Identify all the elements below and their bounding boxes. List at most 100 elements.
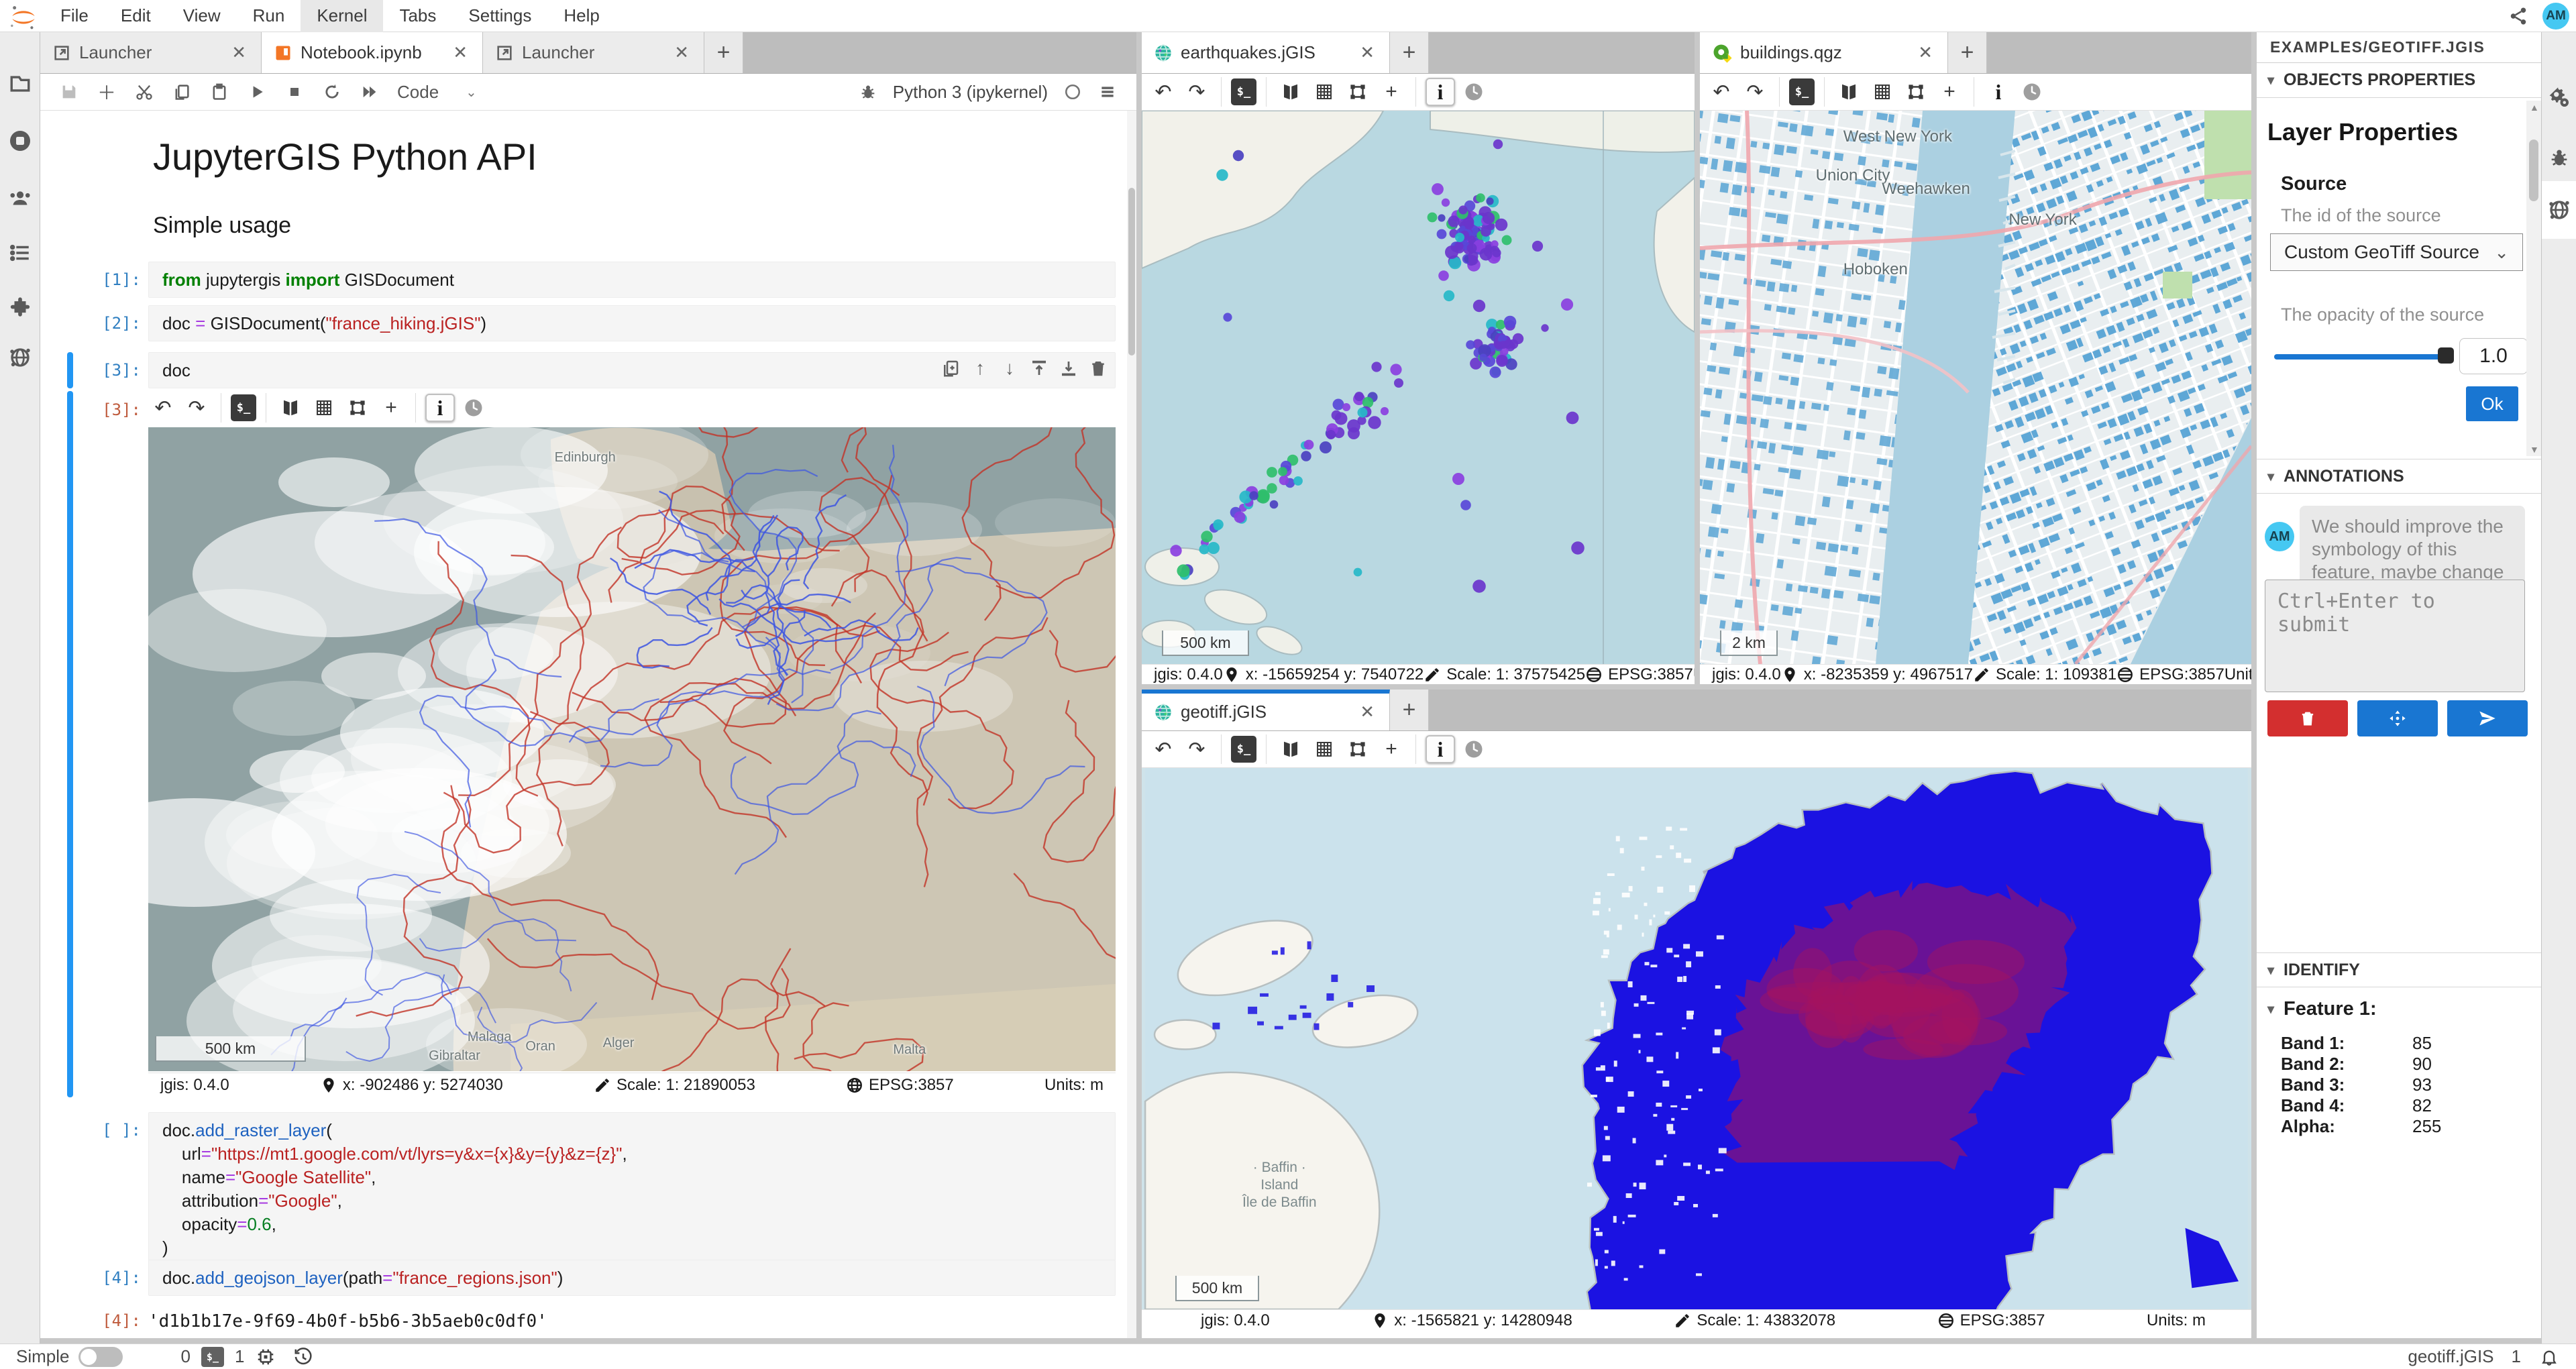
move-cell-up-icon[interactable]: ↑ — [970, 358, 990, 378]
section-annotations[interactable]: ▾ANNOTATIONS — [2257, 459, 2541, 494]
console-button[interactable]: $_ — [231, 394, 256, 421]
geometry-bounds-icon[interactable] — [343, 394, 372, 422]
section-objects-properties[interactable]: ▾OBJECTS PROPERTIES — [2257, 63, 2541, 98]
submit-annotation-button[interactable] — [2447, 700, 2528, 736]
undo-icon[interactable]: ↶ — [1148, 735, 1178, 763]
run-icon[interactable] — [247, 82, 267, 102]
tab-notebook[interactable]: Notebook.ipynb ✕ — [262, 32, 483, 73]
section-identify[interactable]: ▾IDENTIFY — [2257, 952, 2541, 987]
menu-file[interactable]: File — [44, 0, 105, 32]
tab-launcher-2[interactable]: Launcher ✕ — [483, 32, 704, 73]
table-of-contents-icon[interactable] — [7, 240, 33, 266]
menu-kernel[interactable]: Kernel — [301, 0, 383, 32]
scroll-up-icon[interactable]: ▲ — [2530, 102, 2539, 113]
output-collapser[interactable] — [67, 391, 73, 1097]
new-tab-button[interactable]: + — [1948, 32, 1987, 73]
menu-help[interactable]: Help — [547, 0, 615, 32]
run-all-icon[interactable] — [360, 82, 380, 102]
kernel-chip-icon[interactable] — [255, 1346, 276, 1368]
terminal-count[interactable]: 0 — [180, 1346, 190, 1367]
kernel-name[interactable]: Python 3 (ipykernel) — [893, 82, 1048, 103]
source-select[interactable]: Custom GeoTiff Source⌄ — [2270, 233, 2523, 271]
gis-globe-icon[interactable] — [2546, 197, 2572, 223]
duplicate-cell-icon[interactable] — [941, 358, 961, 378]
geometry-bounds-icon[interactable] — [1343, 735, 1373, 763]
center-annotation-button[interactable] — [2357, 700, 2438, 736]
basemap-icon[interactable] — [1834, 78, 1864, 106]
redo-icon[interactable]: ↷ — [182, 394, 211, 422]
grid-layer-icon[interactable] — [309, 394, 339, 422]
running-sessions-icon[interactable] — [7, 128, 33, 154]
close-icon[interactable]: ✕ — [1357, 42, 1377, 63]
property-inspector-icon[interactable] — [2546, 85, 2572, 110]
undo-icon[interactable]: ↶ — [1148, 78, 1178, 106]
save-icon[interactable] — [59, 82, 79, 102]
copy-icon[interactable] — [172, 82, 192, 102]
code-cell-input[interactable]: from jupytergis import GISDocument — [148, 262, 1116, 298]
basemap-icon[interactable] — [1276, 735, 1305, 763]
identify-button[interactable]: i — [425, 394, 455, 422]
grid-layer-icon[interactable] — [1868, 78, 1897, 106]
simple-mode-toggle[interactable] — [78, 1347, 123, 1367]
undo-icon[interactable]: ↶ — [148, 394, 178, 422]
close-icon[interactable]: ✕ — [229, 42, 249, 63]
notification-count[interactable]: 1 — [2512, 1346, 2521, 1367]
notebook-content[interactable]: JupyterGIS Python API Simple usage [1]: … — [40, 111, 1127, 1338]
temporal-controller-icon[interactable] — [1459, 735, 1489, 763]
grid-layer-icon[interactable] — [1309, 78, 1339, 106]
map-canvas-buildings[interactable] — [1700, 111, 2251, 664]
geometry-bounds-icon[interactable] — [1343, 78, 1373, 106]
history-icon[interactable] — [292, 1346, 314, 1368]
bell-icon[interactable] — [2538, 1346, 2560, 1368]
basemap-icon[interactable] — [1276, 78, 1305, 106]
user-avatar[interactable]: AM — [2542, 3, 2569, 30]
scroll-down-icon[interactable]: ▼ — [2530, 444, 2539, 455]
basemap-icon[interactable] — [276, 394, 305, 422]
cell-type-dropdown[interactable]: Code⌄ — [397, 82, 477, 103]
add-layer-button[interactable]: + — [1935, 78, 1964, 106]
notebook-menu-icon[interactable] — [1097, 82, 1118, 102]
annotation-input[interactable]: Ctrl+Enter to submit — [2265, 580, 2525, 692]
tab-buildings[interactable]: buildings.qgz ✕ — [1700, 32, 1948, 73]
delete-cell-icon[interactable] — [1088, 358, 1108, 378]
sidebar-scrollbar[interactable]: ▲ ▼ — [2526, 101, 2541, 456]
tab-launcher-1[interactable]: Launcher ✕ — [40, 32, 262, 73]
delete-annotation-button[interactable] — [2267, 700, 2348, 736]
identify-button[interactable]: i — [1984, 78, 2013, 106]
code-cell-input[interactable]: doc.add_geojson_layer(path="france_regio… — [148, 1260, 1116, 1296]
tab-geotiff[interactable]: geotiff.jGIS ✕ — [1142, 690, 1390, 730]
ok-button[interactable]: Ok — [2466, 386, 2518, 421]
undo-icon[interactable]: ↶ — [1707, 78, 1736, 106]
users-icon[interactable] — [7, 185, 33, 211]
debugger-icon[interactable] — [858, 82, 878, 102]
gis-globe-icon[interactable] — [7, 345, 33, 370]
insert-cell-below-icon[interactable] — [1059, 358, 1079, 378]
redo-icon[interactable]: ↷ — [1182, 735, 1212, 763]
new-tab-button[interactable]: + — [1390, 32, 1429, 73]
add-layer-button[interactable]: + — [1377, 735, 1406, 763]
menu-run[interactable]: Run — [237, 0, 301, 32]
opacity-value[interactable]: 1.0 — [2459, 338, 2528, 374]
console-button[interactable]: $_ — [1789, 78, 1815, 105]
geometry-bounds-icon[interactable] — [1901, 78, 1931, 106]
cut-icon[interactable] — [134, 82, 154, 102]
close-icon[interactable]: ✕ — [450, 42, 470, 63]
menu-view[interactable]: View — [167, 0, 237, 32]
notebook-scrollbar[interactable] — [1127, 111, 1136, 1338]
map-canvas-france[interactable] — [148, 427, 1116, 1071]
stop-icon[interactable] — [284, 82, 305, 102]
opacity-slider[interactable] — [2274, 354, 2446, 360]
temporal-controller-icon[interactable] — [459, 394, 488, 422]
opacity-slider-handle[interactable] — [2438, 347, 2454, 364]
identify-button[interactable]: i — [1426, 735, 1455, 763]
share-icon[interactable] — [2508, 5, 2529, 27]
redo-icon[interactable]: ↷ — [1740, 78, 1770, 106]
redo-icon[interactable]: ↷ — [1182, 78, 1212, 106]
temporal-controller-icon[interactable] — [2017, 78, 2047, 106]
new-tab-button[interactable]: + — [704, 32, 743, 73]
console-button[interactable]: $_ — [1231, 78, 1256, 105]
menu-settings[interactable]: Settings — [452, 0, 547, 32]
debugger-icon[interactable] — [2546, 145, 2572, 170]
folder-icon[interactable] — [7, 71, 33, 97]
identify-feature-header[interactable]: ▾Feature 1: — [2267, 998, 2377, 1020]
